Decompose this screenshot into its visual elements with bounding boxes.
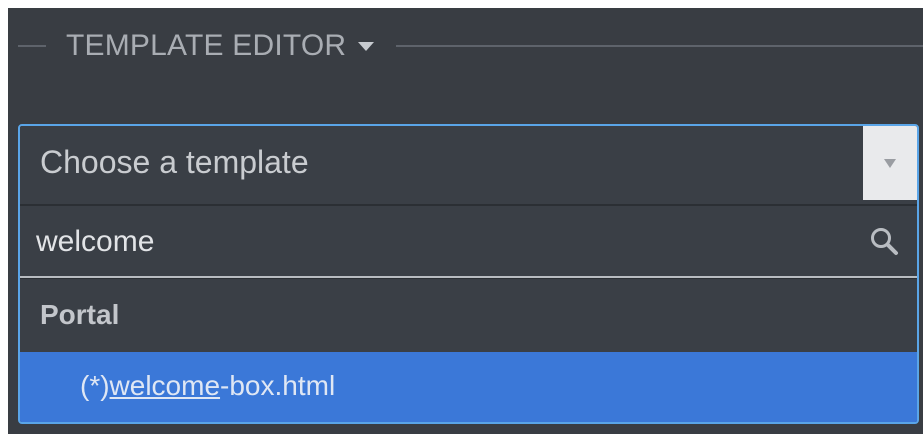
option-prefix: (*) (80, 370, 110, 401)
option-suffix: -box.html (220, 370, 336, 401)
header-rule-right (396, 45, 923, 47)
template-combobox[interactable]: Choose a template Portal (*)welcome-box.… (18, 124, 919, 424)
search-icon (871, 228, 898, 255)
option-match-highlight: welcome (109, 370, 221, 401)
section-header[interactable]: TEMPLATE EDITOR (18, 18, 923, 74)
template-select[interactable]: Choose a template (20, 126, 917, 202)
caret-down-icon[interactable] (358, 41, 375, 51)
left-border-strip (0, 0, 8, 434)
template-select-placeholder: Choose a template (40, 144, 309, 180)
search-row (20, 204, 917, 278)
option-group-label: Portal (40, 299, 120, 330)
select-arrow-button[interactable] (863, 126, 917, 200)
section-title[interactable]: TEMPLATE EDITOR (66, 29, 346, 63)
header-rule-left (18, 45, 46, 47)
template-editor-panel: TEMPLATE EDITOR Choose a template Portal… (0, 0, 923, 434)
triangle-down-icon (884, 158, 896, 168)
search-input[interactable] (36, 220, 836, 264)
top-border-strip (0, 0, 923, 8)
option-welcome-box[interactable]: (*)welcome-box.html (20, 352, 917, 422)
option-group-header: Portal (20, 278, 917, 352)
option-label: (*)welcome-box.html (80, 370, 335, 402)
